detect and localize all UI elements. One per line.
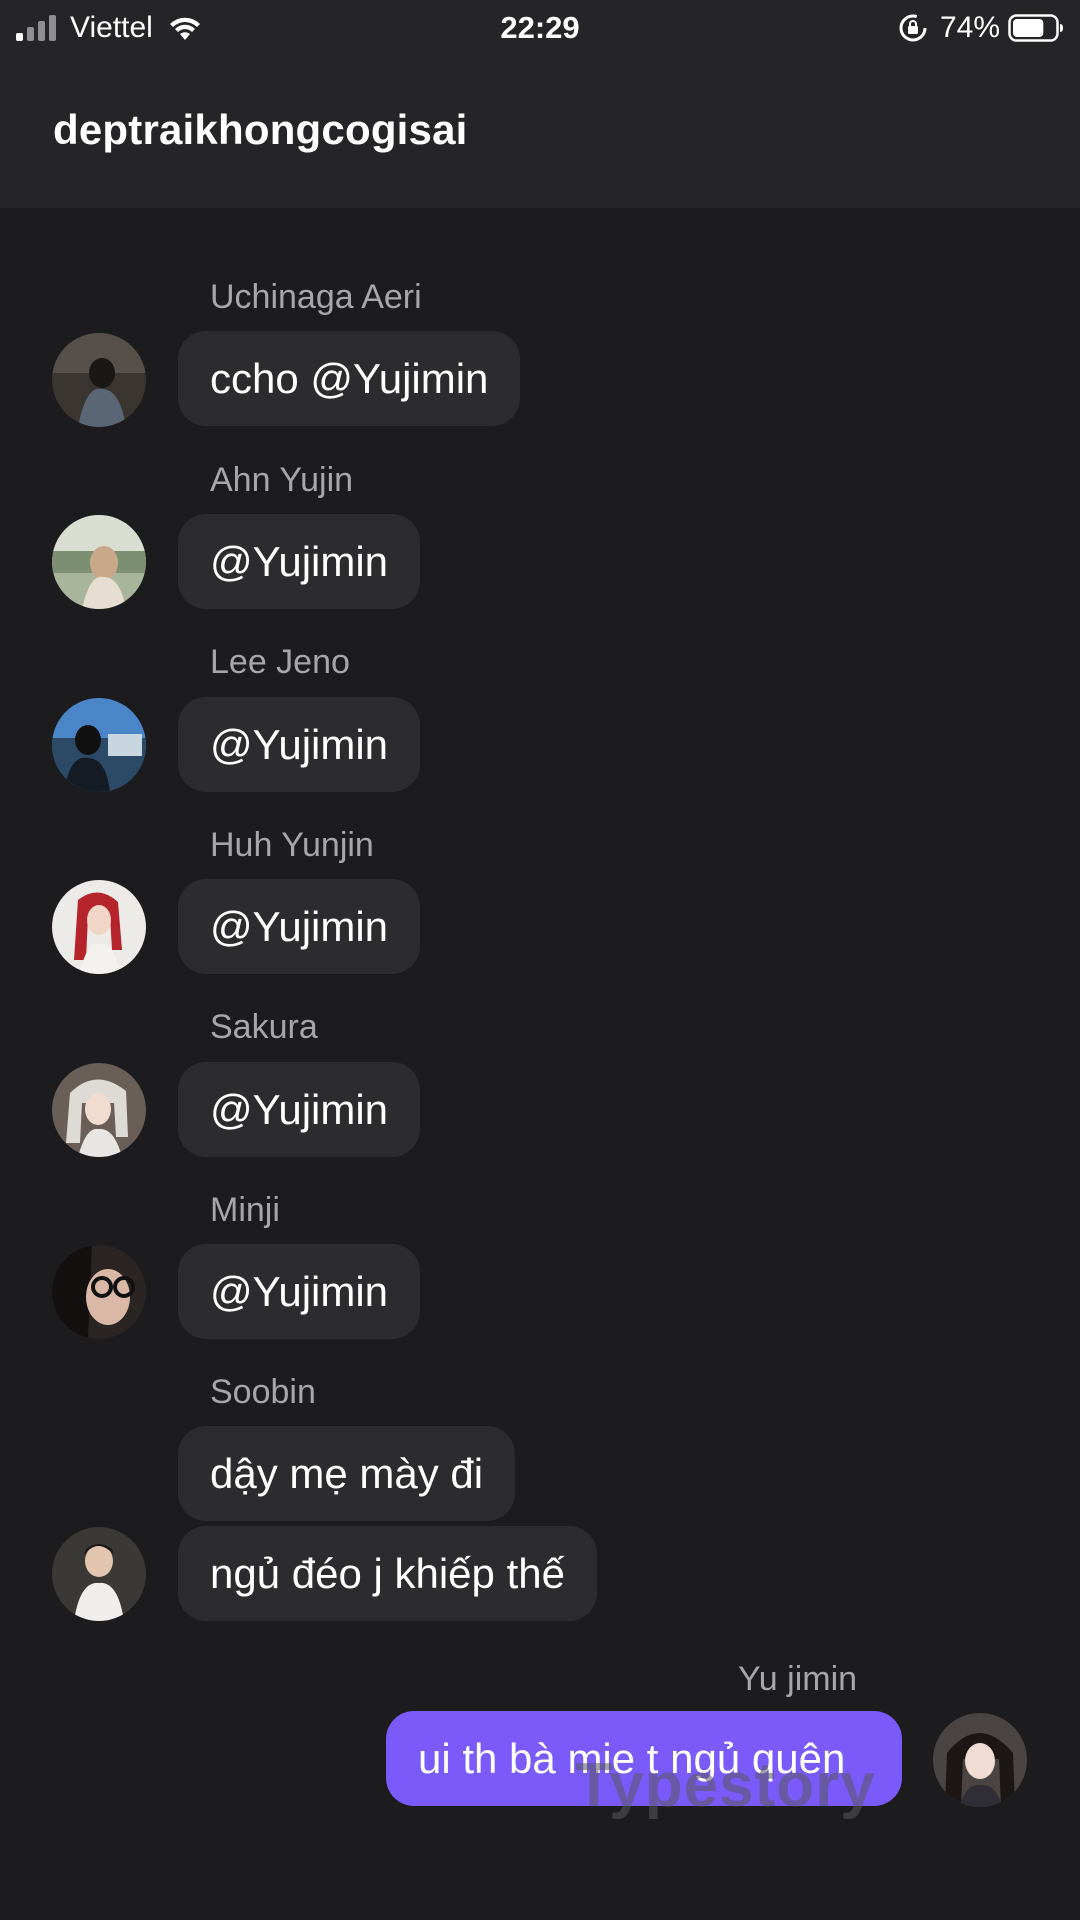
avatar[interactable]: [52, 515, 146, 609]
message-bubble[interactable]: @Yujimin: [178, 1062, 421, 1157]
avatar[interactable]: [52, 1527, 146, 1621]
avatar[interactable]: [52, 698, 146, 792]
sender-name: Uchinaga Aeri: [210, 278, 422, 316]
avatar[interactable]: [52, 880, 146, 974]
status-right: 74%: [898, 8, 1064, 48]
message-bubble[interactable]: @Yujimin: [178, 514, 421, 609]
sender-name: Minji: [210, 1191, 280, 1229]
avatar[interactable]: [52, 1063, 146, 1157]
message-bubble[interactable]: dậy mẹ mày đi: [178, 1426, 516, 1521]
avatar[interactable]: [933, 1713, 1027, 1807]
battery-percentage: 74%: [939, 11, 1000, 44]
sender-name: Lee Jeno: [210, 643, 350, 681]
sender-name: Sakura: [210, 1008, 318, 1046]
chat-header: deptraikhongcogisai: [0, 56, 1080, 208]
sender-name: Yu jimin: [738, 1660, 858, 1698]
sender-name: Ahn Yujin: [210, 461, 354, 499]
sender-name: Huh Yunjin: [210, 826, 374, 864]
message-bubble[interactable]: @Yujimin: [178, 697, 421, 792]
status-bar: Viettel 22:29 74%: [0, 0, 1080, 56]
battery-icon: [1008, 14, 1063, 42]
avatar[interactable]: [52, 333, 146, 427]
watermark: Typestory: [575, 1751, 876, 1820]
chat-title[interactable]: deptraikhongcogisai: [53, 106, 468, 154]
message-bubble[interactable]: @Yujimin: [178, 1244, 421, 1339]
avatar[interactable]: [52, 1245, 146, 1339]
message-bubble[interactable]: ccho @Yujimin: [178, 331, 521, 426]
message-bubble[interactable]: ngủ đéo j khiếp thế: [178, 1526, 597, 1621]
sender-name: Soobin: [210, 1373, 316, 1411]
message-bubble[interactable]: @Yujimin: [178, 879, 421, 974]
rotation-lock-icon: [899, 14, 927, 42]
